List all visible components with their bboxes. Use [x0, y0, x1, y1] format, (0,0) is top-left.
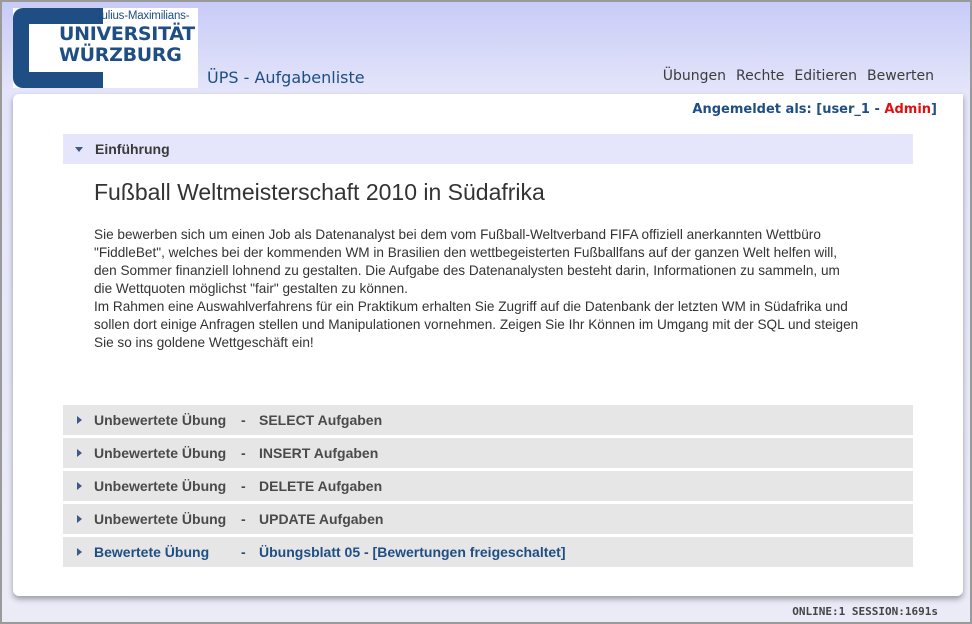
login-close: ] [931, 102, 937, 117]
main-panel: Angemeldet als: [user_1 - Admin] Einführ… [13, 94, 963, 596]
logo-big-text: UNIVERSITÄT WÜRZBURG [59, 24, 195, 66]
nav-item-uebungen[interactable]: Übungen [663, 68, 726, 84]
login-role: Admin [884, 102, 932, 117]
logo-line-1: UNIVERSITÄT [59, 23, 195, 45]
login-status: Angemeldet als: [user_1 - Admin] [692, 102, 937, 117]
nav-item-editieren[interactable]: Editieren [794, 68, 857, 84]
intro-section-header[interactable]: Einführung [63, 134, 913, 164]
logo-line-2: WÜRZBURG [59, 44, 182, 66]
session-status: ONLINE:1 SESSION:1691s [792, 605, 938, 618]
login-user-link[interactable]: user_1 [822, 102, 870, 117]
intro-description: Sie bewerben sich um einen Job als Daten… [94, 226, 894, 352]
top-navigation: Übungen Rechte Editieren Bewerten [663, 68, 934, 84]
exercise-type: Bewertete Übung [94, 544, 210, 560]
exercise-row-insert[interactable]: Unbewertete Übung - INSERT Aufgaben [63, 438, 913, 468]
exercise-name: Übungsblatt 05 - [Bewertungen freigescha… [259, 544, 566, 560]
intro-line: "FiddleBet", welches bei der kommenden W… [94, 245, 838, 260]
intro-line: die Wettquoten möglichst "fair" gestalte… [94, 281, 408, 296]
expand-arrow-icon [77, 449, 82, 457]
intro-line: Im Rahmen eine Auswahlverfahrens für ein… [94, 299, 848, 314]
exercise-row-graded[interactable]: Bewertete Übung - Übungsblatt 05 - [Bewe… [63, 537, 913, 567]
exercise-separator: - [241, 478, 246, 494]
expand-arrow-icon [77, 548, 82, 556]
exercise-separator: - [241, 445, 246, 461]
exercise-name: INSERT Aufgaben [259, 445, 379, 461]
university-logo[interactable]: Julius-Maximilians- UNIVERSITÄT WÜRZBURG [13, 8, 198, 88]
exercise-name: DELETE Aufgaben [259, 478, 383, 494]
exercise-separator: - [241, 511, 246, 527]
exercise-row-update[interactable]: Unbewertete Übung - UPDATE Aufgaben [63, 504, 913, 534]
intro-line: sollen dort einige Anfragen stellen und … [94, 317, 859, 332]
exercise-name: UPDATE Aufgaben [259, 511, 384, 527]
intro-title: Fußball Weltmeisterschaft 2010 in Südafr… [94, 179, 545, 205]
nav-item-rechte[interactable]: Rechte [736, 68, 784, 84]
exercise-type: Unbewertete Übung [94, 445, 227, 461]
intro-line: den Sommer finanziell lohnend zu gestalt… [94, 263, 840, 278]
collapse-arrow-icon [75, 146, 83, 152]
login-label: Angemeldet als: [ [692, 102, 823, 117]
expand-arrow-icon [77, 515, 82, 523]
exercise-row-delete[interactable]: Unbewertete Übung - DELETE Aufgaben [63, 471, 913, 501]
intro-line: Sie so ins goldene Wettgeschäft ein! [94, 335, 314, 350]
intro-line: Sie bewerben sich um einen Job als Daten… [94, 227, 821, 242]
page-title: ÜPS - Aufgabenliste [207, 68, 365, 87]
exercise-separator: - [241, 544, 246, 560]
logo-small-text: Julius-Maximilians- [96, 10, 190, 22]
expand-arrow-icon [77, 416, 82, 424]
exercise-separator: - [241, 412, 246, 428]
exercise-type: Unbewertete Übung [94, 511, 227, 527]
exercise-name: SELECT Aufgaben [259, 412, 383, 428]
intro-header-label: Einführung [95, 141, 170, 157]
login-dash: - [869, 102, 885, 117]
exercise-row-select[interactable]: Unbewertete Übung - SELECT Aufgaben [63, 405, 913, 435]
app-frame: Julius-Maximilians- UNIVERSITÄT WÜRZBURG… [0, 0, 972, 624]
exercise-type: Unbewertete Übung [94, 412, 227, 428]
exercise-list: Unbewertete Übung - SELECT Aufgaben Unbe… [63, 405, 913, 570]
exercise-type: Unbewertete Übung [94, 478, 227, 494]
nav-item-bewerten[interactable]: Bewerten [867, 68, 934, 84]
expand-arrow-icon [77, 482, 82, 490]
